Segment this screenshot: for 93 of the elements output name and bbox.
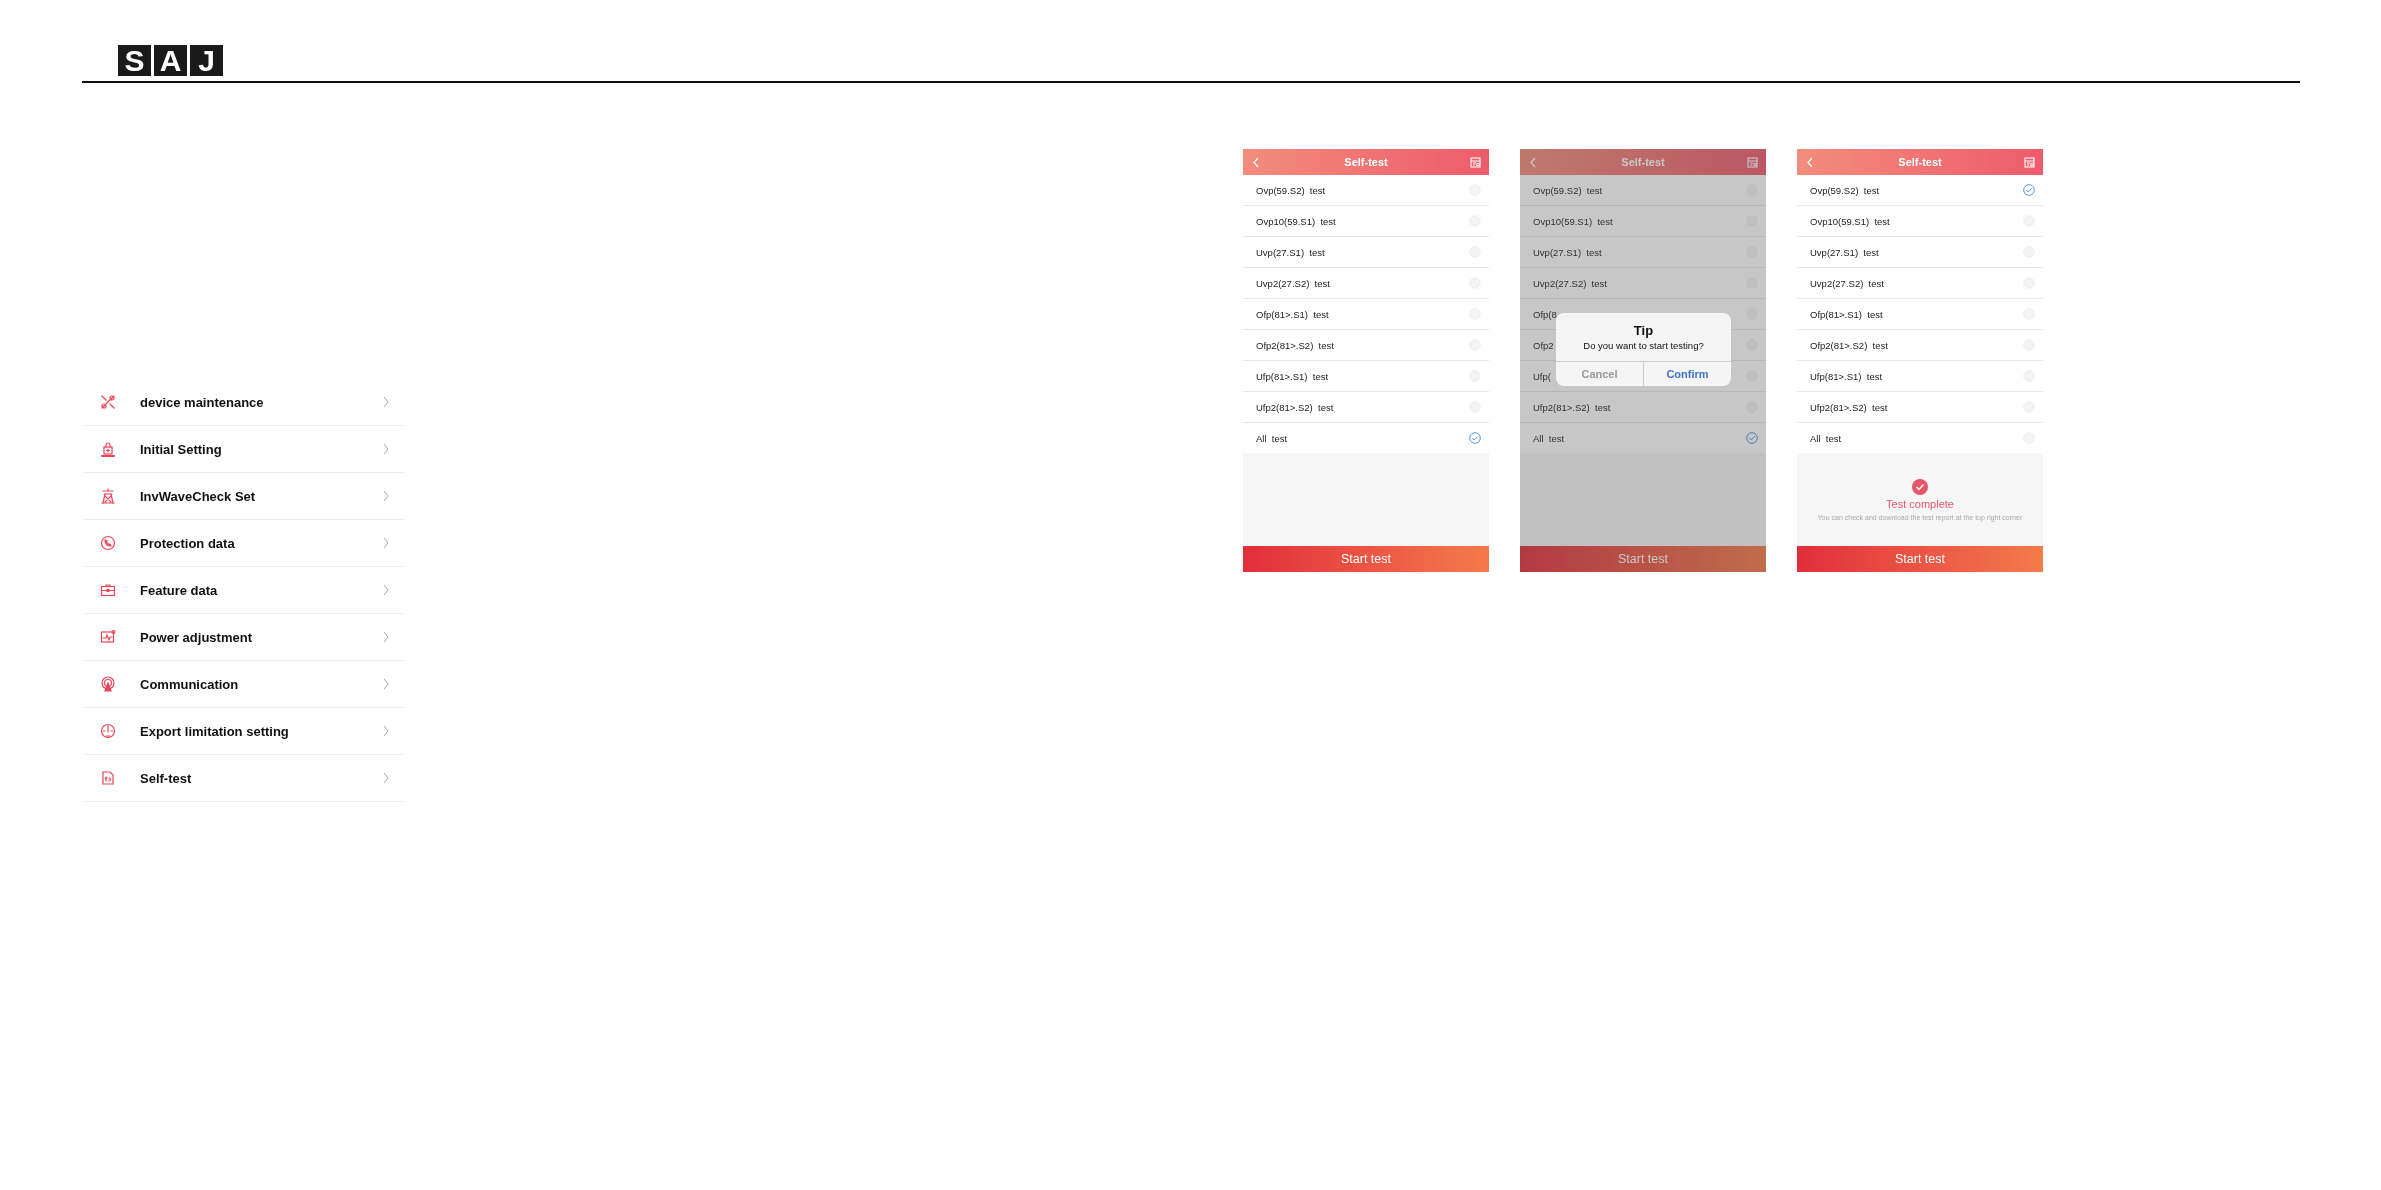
test-label: Ofp2(81>.S2) test (1810, 339, 1888, 351)
test-label: Ofp(8 (1533, 308, 1557, 320)
logo-letter: A (154, 45, 187, 76)
test-option[interactable]: Ovp(59.S2) test (1243, 175, 1489, 206)
test-option[interactable]: All test (1520, 423, 1766, 453)
test-option[interactable]: Ovp10(59.S1) test (1520, 206, 1766, 237)
menu-item[interactable]: Initial Setting (83, 426, 405, 473)
test-label: Uvp2(27.S2) test (1533, 277, 1607, 289)
menu-item[interactable]: Feature data (83, 567, 405, 614)
report-icon (2024, 156, 2035, 168)
antenna-icon (100, 676, 116, 692)
start-button[interactable]: Start test (1797, 546, 2043, 572)
test-label: Uvp2(27.S2) test (1810, 277, 1884, 289)
menu-item[interactable]: Self-test (83, 755, 405, 802)
test-label: All test (1810, 432, 1842, 444)
test-option[interactable]: All test (1243, 423, 1489, 453)
test-option[interactable]: All test (1797, 423, 2043, 453)
menu-item[interactable]: device maintenance (83, 379, 405, 426)
dialog-message: Do you want to start testing? (1583, 340, 1704, 351)
menu-item[interactable]: Communication (83, 661, 405, 708)
test-option[interactable]: Ufp(81>.S1) test (1243, 361, 1489, 392)
tools-icon (100, 394, 116, 410)
test-label: Uvp(27.S1) test (1810, 246, 1879, 258)
lock-icon (100, 441, 116, 457)
chevron-icon (382, 631, 390, 643)
chevron-icon (382, 537, 390, 549)
confirm-button[interactable]: Confirm (1644, 362, 1731, 386)
report-icon (1747, 156, 1758, 168)
chevron-icon (382, 396, 390, 408)
test-option[interactable]: Ufp(81>.S1) test (1797, 361, 2043, 392)
test-label: Ovp10(59.S1) test (1533, 215, 1613, 227)
test-option[interactable]: Uvp(27.S1) test (1520, 237, 1766, 268)
test-label: Uvp2(27.S2) test (1256, 277, 1330, 289)
chevron-icon (382, 490, 390, 502)
start-button[interactable]: Start test (1243, 546, 1489, 572)
test-label: Uvp(27.S1) test (1533, 246, 1602, 258)
test-option[interactable]: Ofp(81>.S1) test (1797, 299, 2043, 330)
test-label: Ufp2(81>.S2) test (1533, 401, 1611, 413)
test-label: Ufp( (1533, 370, 1551, 382)
test-label: Ovp10(59.S1) test (1256, 215, 1336, 227)
test-option[interactable]: Ovp(59.S2) test (1797, 175, 2043, 206)
screen-title: Self-test (1344, 156, 1388, 168)
chevron-icon (382, 725, 390, 737)
test-label: Ufp2(81>.S2) test (1256, 401, 1334, 413)
phone-circle-icon (100, 535, 116, 551)
menu-item[interactable]: Protection data (83, 520, 405, 567)
test-label: Ofp2(81>.S2) test (1256, 339, 1334, 351)
test-option[interactable]: Ufp2(81>.S2) test (1243, 392, 1489, 423)
test-option[interactable]: Ufp2(81>.S2) test (1797, 392, 2043, 423)
test-option[interactable]: Ofp2(81>.S2) test (1797, 330, 2043, 361)
test-option[interactable]: Ovp(59.S2) test (1520, 175, 1766, 206)
test-option[interactable]: Uvp(27.S1) test (1243, 237, 1489, 268)
test-option[interactable]: Ufp2(81>.S2) test (1520, 392, 1766, 423)
test-option[interactable]: Uvp(27.S1) test (1797, 237, 2043, 268)
document-icon (100, 770, 116, 786)
briefcase-icon (100, 582, 116, 598)
result-title: Test complete (1886, 497, 1954, 510)
test-label: All test (1256, 432, 1288, 444)
test-label: Ofp(81>.S1) test (1810, 308, 1883, 320)
report-icon (1470, 156, 1481, 168)
test-option[interactable]: Ovp10(59.S1) test (1243, 206, 1489, 237)
logo-letter: J (190, 45, 223, 76)
test-option[interactable]: Uvp2(27.S2) test (1520, 268, 1766, 299)
test-label: Ovp(59.S2) test (1256, 184, 1326, 196)
screen-title: Self-test (1898, 156, 1942, 168)
gauge-icon (100, 723, 116, 739)
test-option[interactable]: Uvp2(27.S2) test (1243, 268, 1489, 299)
test-label: Ufp(81>.S1) test (1256, 370, 1329, 382)
test-label: Ufp(81>.S1) test (1810, 370, 1883, 382)
check-circle-icon (1912, 478, 1928, 495)
chevron-icon (382, 443, 390, 455)
test-label: Uvp(27.S1) test (1256, 246, 1325, 258)
screen-title: Self-test (1621, 156, 1665, 168)
menu-item[interactable]: InvWaveCheck Set (83, 473, 405, 520)
test-label: Ovp(59.S2) test (1810, 184, 1880, 196)
logo-letter: S (118, 45, 151, 76)
chevron-icon (382, 772, 390, 784)
test-label: Ofp2 (1533, 339, 1554, 351)
test-label: Ovp10(59.S1) test (1810, 215, 1890, 227)
test-label: Ofp(81>.S1) test (1256, 308, 1329, 320)
test-label: Ovp(59.S2) test (1533, 184, 1603, 196)
test-label: Ufp2(81>.S2) test (1810, 401, 1888, 413)
menu-item[interactable]: Power adjustment (83, 614, 405, 661)
test-option[interactable]: Ofp2(81>.S2) test (1243, 330, 1489, 361)
test-option[interactable]: Ovp10(59.S1) test (1797, 206, 2043, 237)
chevron-icon (382, 584, 390, 596)
chevron-icon (382, 678, 390, 690)
menu-item[interactable]: Export limitation setting (83, 708, 405, 755)
test-option[interactable]: Ofp(81>.S1) test (1243, 299, 1489, 330)
test-label: All test (1533, 432, 1565, 444)
tower-icon (100, 488, 116, 504)
test-option[interactable]: Uvp2(27.S2) test (1797, 268, 2043, 299)
chart-icon (100, 629, 116, 645)
